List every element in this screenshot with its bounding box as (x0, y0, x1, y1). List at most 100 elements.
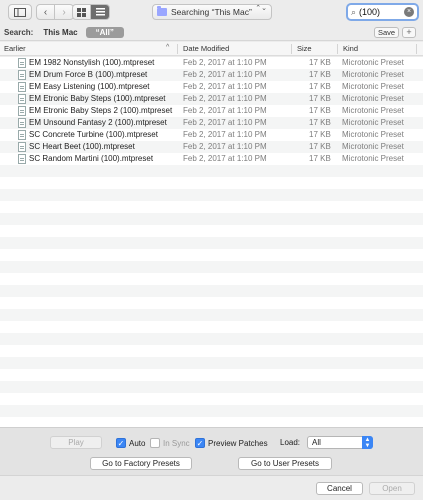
search-field[interactable]: ⌕ (100) × (346, 3, 419, 21)
file-name: SC Random Martini (100).mtpreset (29, 154, 154, 163)
file-kind: Microtonic Preset (342, 70, 404, 79)
file-date: Feb 2, 2017 at 1:10 PM (183, 118, 267, 127)
sidebar-icon (14, 7, 26, 17)
column-kind[interactable]: Kind (343, 44, 358, 53)
preview-patches-checkbox[interactable]: ✓ Preview Patches (195, 438, 268, 448)
file-list: EM 1982 Nonstylish (100).mtpreset Feb 2, … (0, 57, 423, 427)
unchecked-box-icon (150, 438, 160, 448)
table-header: Earlier ^ Date Modified Size Kind (0, 42, 423, 56)
file-name: SC Concrete Turbine (100).mtpreset (29, 130, 158, 139)
load-select-value: All (312, 438, 321, 447)
dialog-footer: Cancel Open (0, 475, 423, 500)
list-icon (95, 8, 105, 16)
back-button[interactable]: ‹ (37, 5, 55, 19)
file-date: Feb 2, 2017 at 1:10 PM (183, 130, 267, 139)
file-kind: Microtonic Preset (342, 94, 404, 103)
file-kind: Microtonic Preset (342, 118, 404, 127)
file-kind: Microtonic Preset (342, 130, 404, 139)
column-earlier[interactable]: Earlier (4, 44, 26, 53)
forward-icon: › (62, 6, 66, 18)
open-button[interactable]: Open (369, 482, 415, 495)
grid-icon (77, 7, 86, 17)
file-size: 17 KB (309, 130, 331, 139)
file-size: 17 KB (309, 142, 331, 151)
file-size: 17 KB (309, 82, 331, 91)
table-row[interactable]: SC Heart Beet (100).mtpreset Feb 2, 2017 … (0, 141, 423, 153)
clear-search-icon[interactable]: × (404, 7, 414, 17)
file-name: EM Unsound Fantasy 2 (100).mtpreset (29, 118, 167, 127)
scope-all[interactable]: “All” (85, 27, 124, 38)
location-label: Searching “This Mac” (171, 7, 252, 17)
file-kind: Microtonic Preset (342, 106, 404, 115)
file-name: EM Etronic Baby Steps 2 (100).mtpreset (29, 106, 173, 115)
in-sync-checkbox[interactable]: In Sync (150, 438, 190, 448)
preset-options-panel: Play ✓ Auto In Sync ✓ Preview Patches Lo… (0, 427, 423, 475)
folder-icon (157, 6, 167, 16)
chevron-updown-icon: ▲ ▼ (362, 436, 373, 449)
column-date-modified[interactable]: Date Modified (183, 44, 229, 53)
file-date: Feb 2, 2017 at 1:10 PM (183, 70, 267, 79)
file-kind: Microtonic Preset (342, 58, 404, 67)
table-row[interactable]: EM Drum Force B (100).mtpreset Feb 2, 201… (0, 69, 423, 81)
table-row[interactable]: EM 1982 Nonstylish (100).mtpreset Feb 2, … (0, 57, 423, 69)
file-size: 17 KB (309, 106, 331, 115)
back-icon: ‹ (43, 6, 48, 18)
file-date: Feb 2, 2017 at 1:10 PM (183, 142, 267, 151)
table-row[interactable]: EM Etronic Baby Steps 2 (100).mtpreset Fe… (0, 105, 423, 117)
sort-indicator-icon: ^ (166, 44, 170, 51)
file-date: Feb 2, 2017 at 1:10 PM (183, 106, 267, 115)
add-criteria-button[interactable]: + (402, 27, 416, 38)
table-row[interactable]: EM Etronic Baby Steps (100).mtpreset Feb … (0, 93, 423, 105)
save-search-button[interactable]: Save (374, 27, 399, 38)
search-input[interactable]: (100) (359, 7, 380, 17)
table-row[interactable]: EM Easy Listening (100).mtpreset Feb 2, 2… (0, 81, 423, 93)
search-icon: ⌕ (351, 6, 357, 17)
document-icon (18, 70, 26, 80)
play-button[interactable]: Play (50, 436, 102, 449)
file-kind: Microtonic Preset (342, 82, 404, 91)
icon-view-button[interactable] (73, 5, 91, 19)
file-name: SC Heart Beet (100).mtpreset (29, 142, 135, 151)
document-icon (18, 58, 26, 68)
preview-patches-label: Preview Patches (208, 438, 268, 448)
cancel-button[interactable]: Cancel (316, 482, 363, 495)
load-label: Load: (280, 438, 301, 447)
document-icon (18, 142, 26, 152)
file-date: Feb 2, 2017 at 1:10 PM (183, 154, 267, 163)
go-to-factory-presets-button[interactable]: Go to Factory Presets (90, 457, 192, 470)
toolbar: ‹ › Searching “This Mac” ⌃⌄ ⌕ (100) × (0, 0, 423, 24)
in-sync-label: In Sync (163, 438, 190, 448)
search-scope-bar: Search: This Mac “All” Save + (0, 25, 423, 41)
document-icon (18, 106, 26, 116)
document-icon (18, 154, 26, 164)
file-size: 17 KB (309, 70, 331, 79)
go-to-user-presets-button[interactable]: Go to User Presets (238, 457, 332, 470)
chevron-updown-icon: ⌃⌄ (255, 5, 267, 12)
document-icon (18, 130, 26, 140)
file-date: Feb 2, 2017 at 1:10 PM (183, 94, 267, 103)
file-size: 17 KB (309, 154, 331, 163)
file-kind: Microtonic Preset (342, 142, 404, 151)
table-row[interactable]: SC Random Martini (100).mtpreset Feb 2, 2… (0, 153, 423, 165)
document-icon (18, 118, 26, 128)
column-size[interactable]: Size (297, 44, 312, 53)
auto-checkbox[interactable]: ✓ Auto (116, 438, 145, 448)
file-size: 17 KB (309, 118, 331, 127)
load-select[interactable]: All ▲ ▼ (307, 436, 373, 449)
file-kind: Microtonic Preset (342, 154, 404, 163)
location-popup[interactable]: Searching “This Mac” ⌃⌄ (152, 4, 272, 20)
file-size: 17 KB (309, 58, 331, 67)
file-name: EM Etronic Baby Steps (100).mtpreset (29, 94, 166, 103)
list-view-button[interactable] (91, 5, 109, 19)
file-date: Feb 2, 2017 at 1:10 PM (183, 58, 267, 67)
history-nav: ‹ › (36, 4, 74, 20)
scope-this-mac[interactable]: This Mac (43, 28, 77, 37)
file-date: Feb 2, 2017 at 1:10 PM (183, 82, 267, 91)
sidebar-toggle-button[interactable] (8, 4, 32, 20)
document-icon (18, 82, 26, 92)
view-mode-control (72, 4, 110, 20)
document-icon (18, 94, 26, 104)
forward-button[interactable]: › (55, 5, 73, 19)
table-row[interactable]: EM Unsound Fantasy 2 (100).mtpreset Feb 2… (0, 117, 423, 129)
table-row[interactable]: SC Concrete Turbine (100).mtpreset Feb 2,… (0, 129, 423, 141)
